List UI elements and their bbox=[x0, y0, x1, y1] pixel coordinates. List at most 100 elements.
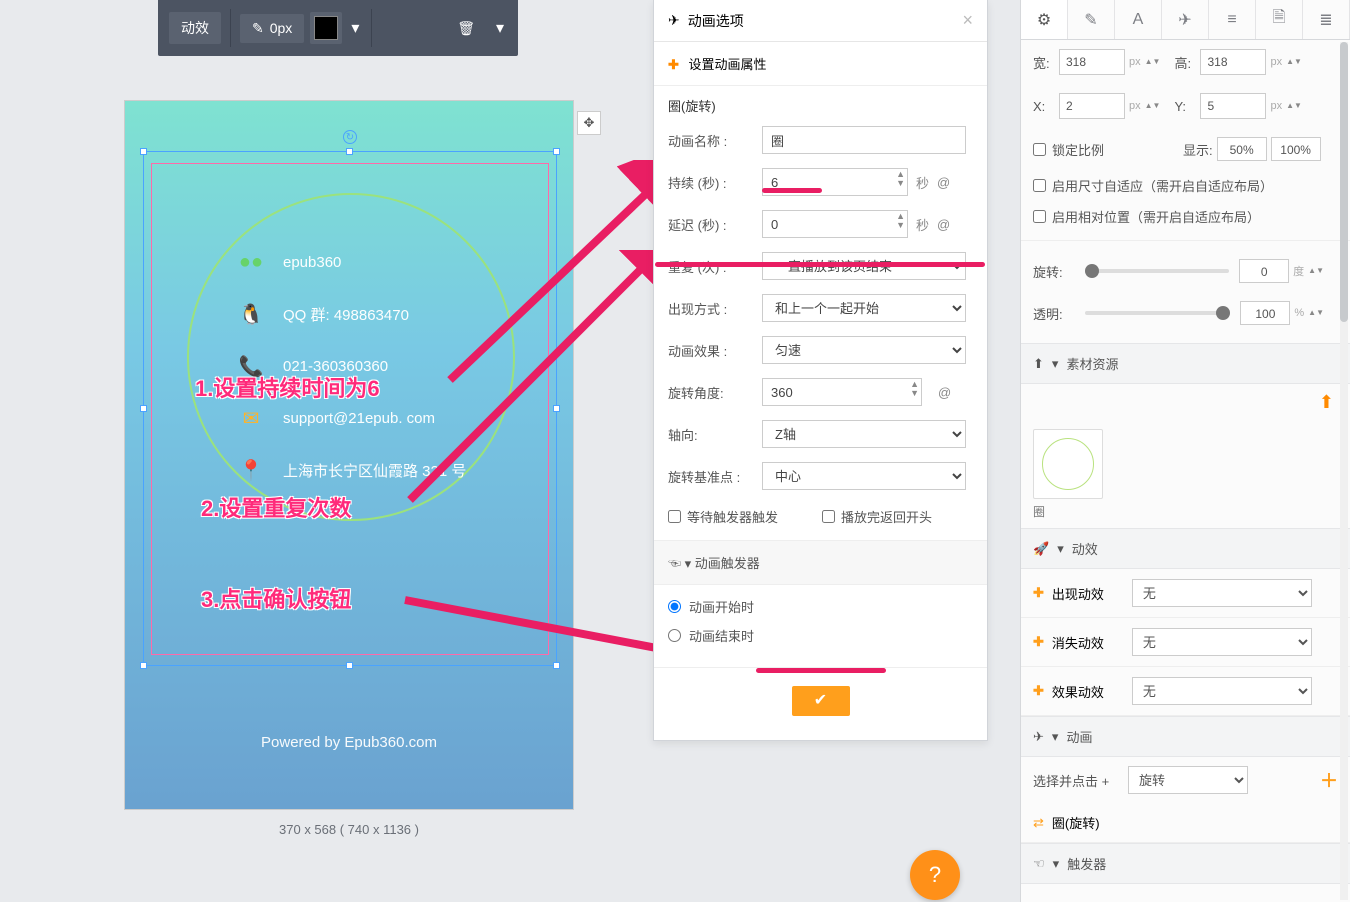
width-input[interactable] bbox=[1059, 49, 1125, 75]
axis-select[interactable]: Z轴 bbox=[762, 420, 966, 448]
spinner-icon[interactable]: ▲▼ bbox=[1286, 58, 1302, 66]
tab-text[interactable]: A bbox=[1115, 0, 1162, 39]
highlight-line bbox=[655, 262, 985, 267]
spinner-icon[interactable]: ▲▼ bbox=[896, 170, 905, 188]
fx-disappear-row: ✚ 消失动效 无 bbox=[1021, 618, 1350, 667]
toolbar-divider bbox=[230, 9, 231, 47]
tab-data[interactable]: ≣ bbox=[1303, 0, 1350, 39]
resize-handle[interactable] bbox=[140, 148, 147, 155]
upload-button[interactable]: ⬆ bbox=[1319, 392, 1334, 413]
close-icon[interactable]: × bbox=[962, 10, 973, 31]
name-input[interactable] bbox=[762, 126, 966, 154]
color-dropdown[interactable]: ▾ bbox=[345, 18, 365, 38]
fx-section[interactable]: 🚀 ▾ 动效 bbox=[1021, 528, 1350, 569]
tab-list[interactable]: ≡ bbox=[1209, 0, 1256, 39]
upload-icon: ⬆ bbox=[1033, 356, 1044, 372]
fx-effect-select[interactable]: 无 bbox=[1132, 677, 1312, 705]
rotate-slider[interactable] bbox=[1085, 269, 1229, 273]
height-input[interactable] bbox=[1200, 49, 1266, 75]
set-anim-property[interactable]: ✚ 设置动画属性 bbox=[654, 42, 987, 86]
resize-handle[interactable] bbox=[553, 148, 560, 155]
fx-appear-select[interactable]: 无 bbox=[1132, 579, 1312, 607]
move-handle[interactable]: ✥ bbox=[577, 111, 601, 135]
y-input[interactable] bbox=[1200, 93, 1266, 119]
tab-page[interactable]: 🗎 bbox=[1256, 0, 1303, 39]
help-fab[interactable]: ? bbox=[910, 850, 960, 900]
spinner-icon[interactable]: ▲▼ bbox=[1286, 102, 1302, 110]
row-delay: 延迟 (秒) : 0 ▲▼ 秒 @ bbox=[654, 203, 987, 245]
assets-section[interactable]: ⬆ ▾ 素材资源 bbox=[1021, 343, 1350, 384]
spinner-icon[interactable]: ▲▼ bbox=[1308, 309, 1324, 317]
anim-type-select[interactable]: 旋转 bbox=[1128, 766, 1248, 794]
row-opacity: 透明: 100 %▲▼ bbox=[1021, 292, 1350, 343]
lock-ratio-checkbox[interactable]: 锁定比例 bbox=[1033, 140, 1183, 159]
rewind-checkbox[interactable]: 播放完返回开头 bbox=[822, 507, 932, 526]
effect-select[interactable]: 匀速 bbox=[762, 336, 966, 364]
delay-input[interactable]: 0 ▲▼ bbox=[762, 210, 908, 238]
anim-section[interactable]: ✈ ▾ 动画 bbox=[1021, 716, 1350, 757]
opacity-value[interactable]: 100 bbox=[1240, 301, 1290, 325]
spinner-icon[interactable]: ▲▼ bbox=[1308, 267, 1324, 275]
stroke-button[interactable]: ✎ 0px bbox=[240, 14, 304, 43]
row-auto-size: 启用尺寸自适应（需开启自适应布局） bbox=[1021, 170, 1350, 201]
plus-icon[interactable]: ✚ bbox=[1033, 634, 1044, 650]
canvas[interactable]: ✥ ↻ ●●epub360 🐧QQ 群: 498863470 📞021-3603… bbox=[124, 100, 574, 810]
angle-input[interactable]: 360 ▲▼ bbox=[762, 378, 922, 406]
h-label: 高: bbox=[1174, 53, 1200, 72]
zoom-50[interactable]: 50% bbox=[1217, 137, 1267, 161]
rotate-value[interactable]: 0 bbox=[1239, 259, 1289, 283]
tab-animation[interactable]: ✈ bbox=[1162, 0, 1209, 39]
rotate-handle[interactable]: ↻ bbox=[343, 130, 357, 144]
tab-settings[interactable]: ⚙ bbox=[1021, 0, 1068, 39]
zoom-100[interactable]: 100% bbox=[1271, 137, 1321, 161]
trigger-section[interactable]: ☜ ▾ 触发器 bbox=[1021, 843, 1350, 884]
effect-button[interactable]: 动效 bbox=[169, 12, 221, 44]
delete-button[interactable]: 🗑 bbox=[445, 14, 487, 43]
opacity-slider[interactable] bbox=[1085, 311, 1230, 315]
appear-select[interactable]: 和上一个一起开始 bbox=[762, 294, 966, 322]
wait-trigger-checkbox[interactable]: 等待触发器触发 bbox=[668, 507, 778, 526]
radio-end[interactable]: 动画结束时 bbox=[668, 626, 973, 645]
question-icon: ? bbox=[929, 862, 941, 888]
row-axis: 轴向: Z轴 bbox=[654, 413, 987, 455]
fx-disappear-select[interactable]: 无 bbox=[1132, 628, 1312, 656]
spinner-icon[interactable]: ▲▼ bbox=[1145, 58, 1161, 66]
resize-handle[interactable] bbox=[553, 662, 560, 669]
plus-icon[interactable]: ✚ bbox=[1033, 585, 1044, 601]
powered-by-text: Powered by Epub360.com bbox=[125, 734, 573, 751]
trigger-section[interactable]: ☜ ▾ 动画触发器 bbox=[654, 541, 987, 585]
at-button[interactable]: @ bbox=[937, 175, 950, 190]
anim-item-row[interactable]: ⇄ 圈(旋转) bbox=[1021, 803, 1350, 843]
scrollbar[interactable] bbox=[1340, 42, 1348, 900]
add-anim-button[interactable]: ＋ bbox=[1320, 767, 1338, 793]
color-picker[interactable] bbox=[310, 12, 342, 44]
resize-handle[interactable] bbox=[346, 662, 353, 669]
spinner-icon[interactable]: ▲▼ bbox=[1145, 102, 1161, 110]
confirm-button[interactable]: ✔ bbox=[792, 686, 850, 716]
annotation-1: 1.设置持续时间为6 bbox=[195, 371, 380, 403]
plus-icon[interactable]: ✚ bbox=[1033, 683, 1044, 699]
tab-edit[interactable]: ✎ bbox=[1068, 0, 1115, 39]
at-button[interactable]: @ bbox=[938, 385, 951, 400]
resize-handle[interactable] bbox=[553, 405, 560, 412]
contact-item: 🐧QQ 群: 498863470 bbox=[237, 303, 466, 325]
base-select[interactable]: 中心 bbox=[762, 462, 966, 490]
row-checks: 等待触发器触发 播放完返回开头 bbox=[654, 497, 987, 541]
resize-handle[interactable] bbox=[346, 148, 353, 155]
at-button[interactable]: @ bbox=[937, 217, 950, 232]
scrollbar-thumb[interactable] bbox=[1340, 42, 1348, 322]
x-input[interactable] bbox=[1059, 93, 1125, 119]
angle-label: 旋转角度: bbox=[668, 383, 762, 402]
delete-dropdown[interactable]: ▾ bbox=[490, 18, 510, 38]
spinner-icon[interactable]: ▲▼ bbox=[910, 380, 919, 398]
spinner-icon[interactable]: ▲▼ bbox=[896, 212, 905, 230]
asset-thumb[interactable] bbox=[1033, 429, 1103, 499]
resize-handle[interactable] bbox=[140, 662, 147, 669]
radio-start[interactable]: 动画开始时 bbox=[668, 597, 973, 616]
auto-pos-checkbox[interactable]: 启用相对位置（需开启自适应布局） bbox=[1033, 207, 1338, 226]
row-rotate: 旋转: 0 度▲▼ bbox=[1021, 240, 1350, 292]
resize-handle[interactable] bbox=[140, 405, 147, 412]
send-icon: ✈ bbox=[1033, 729, 1044, 745]
check-icon: ✔ bbox=[814, 692, 827, 709]
auto-size-checkbox[interactable]: 启用尺寸自适应（需开启自适应布局） bbox=[1033, 176, 1338, 195]
